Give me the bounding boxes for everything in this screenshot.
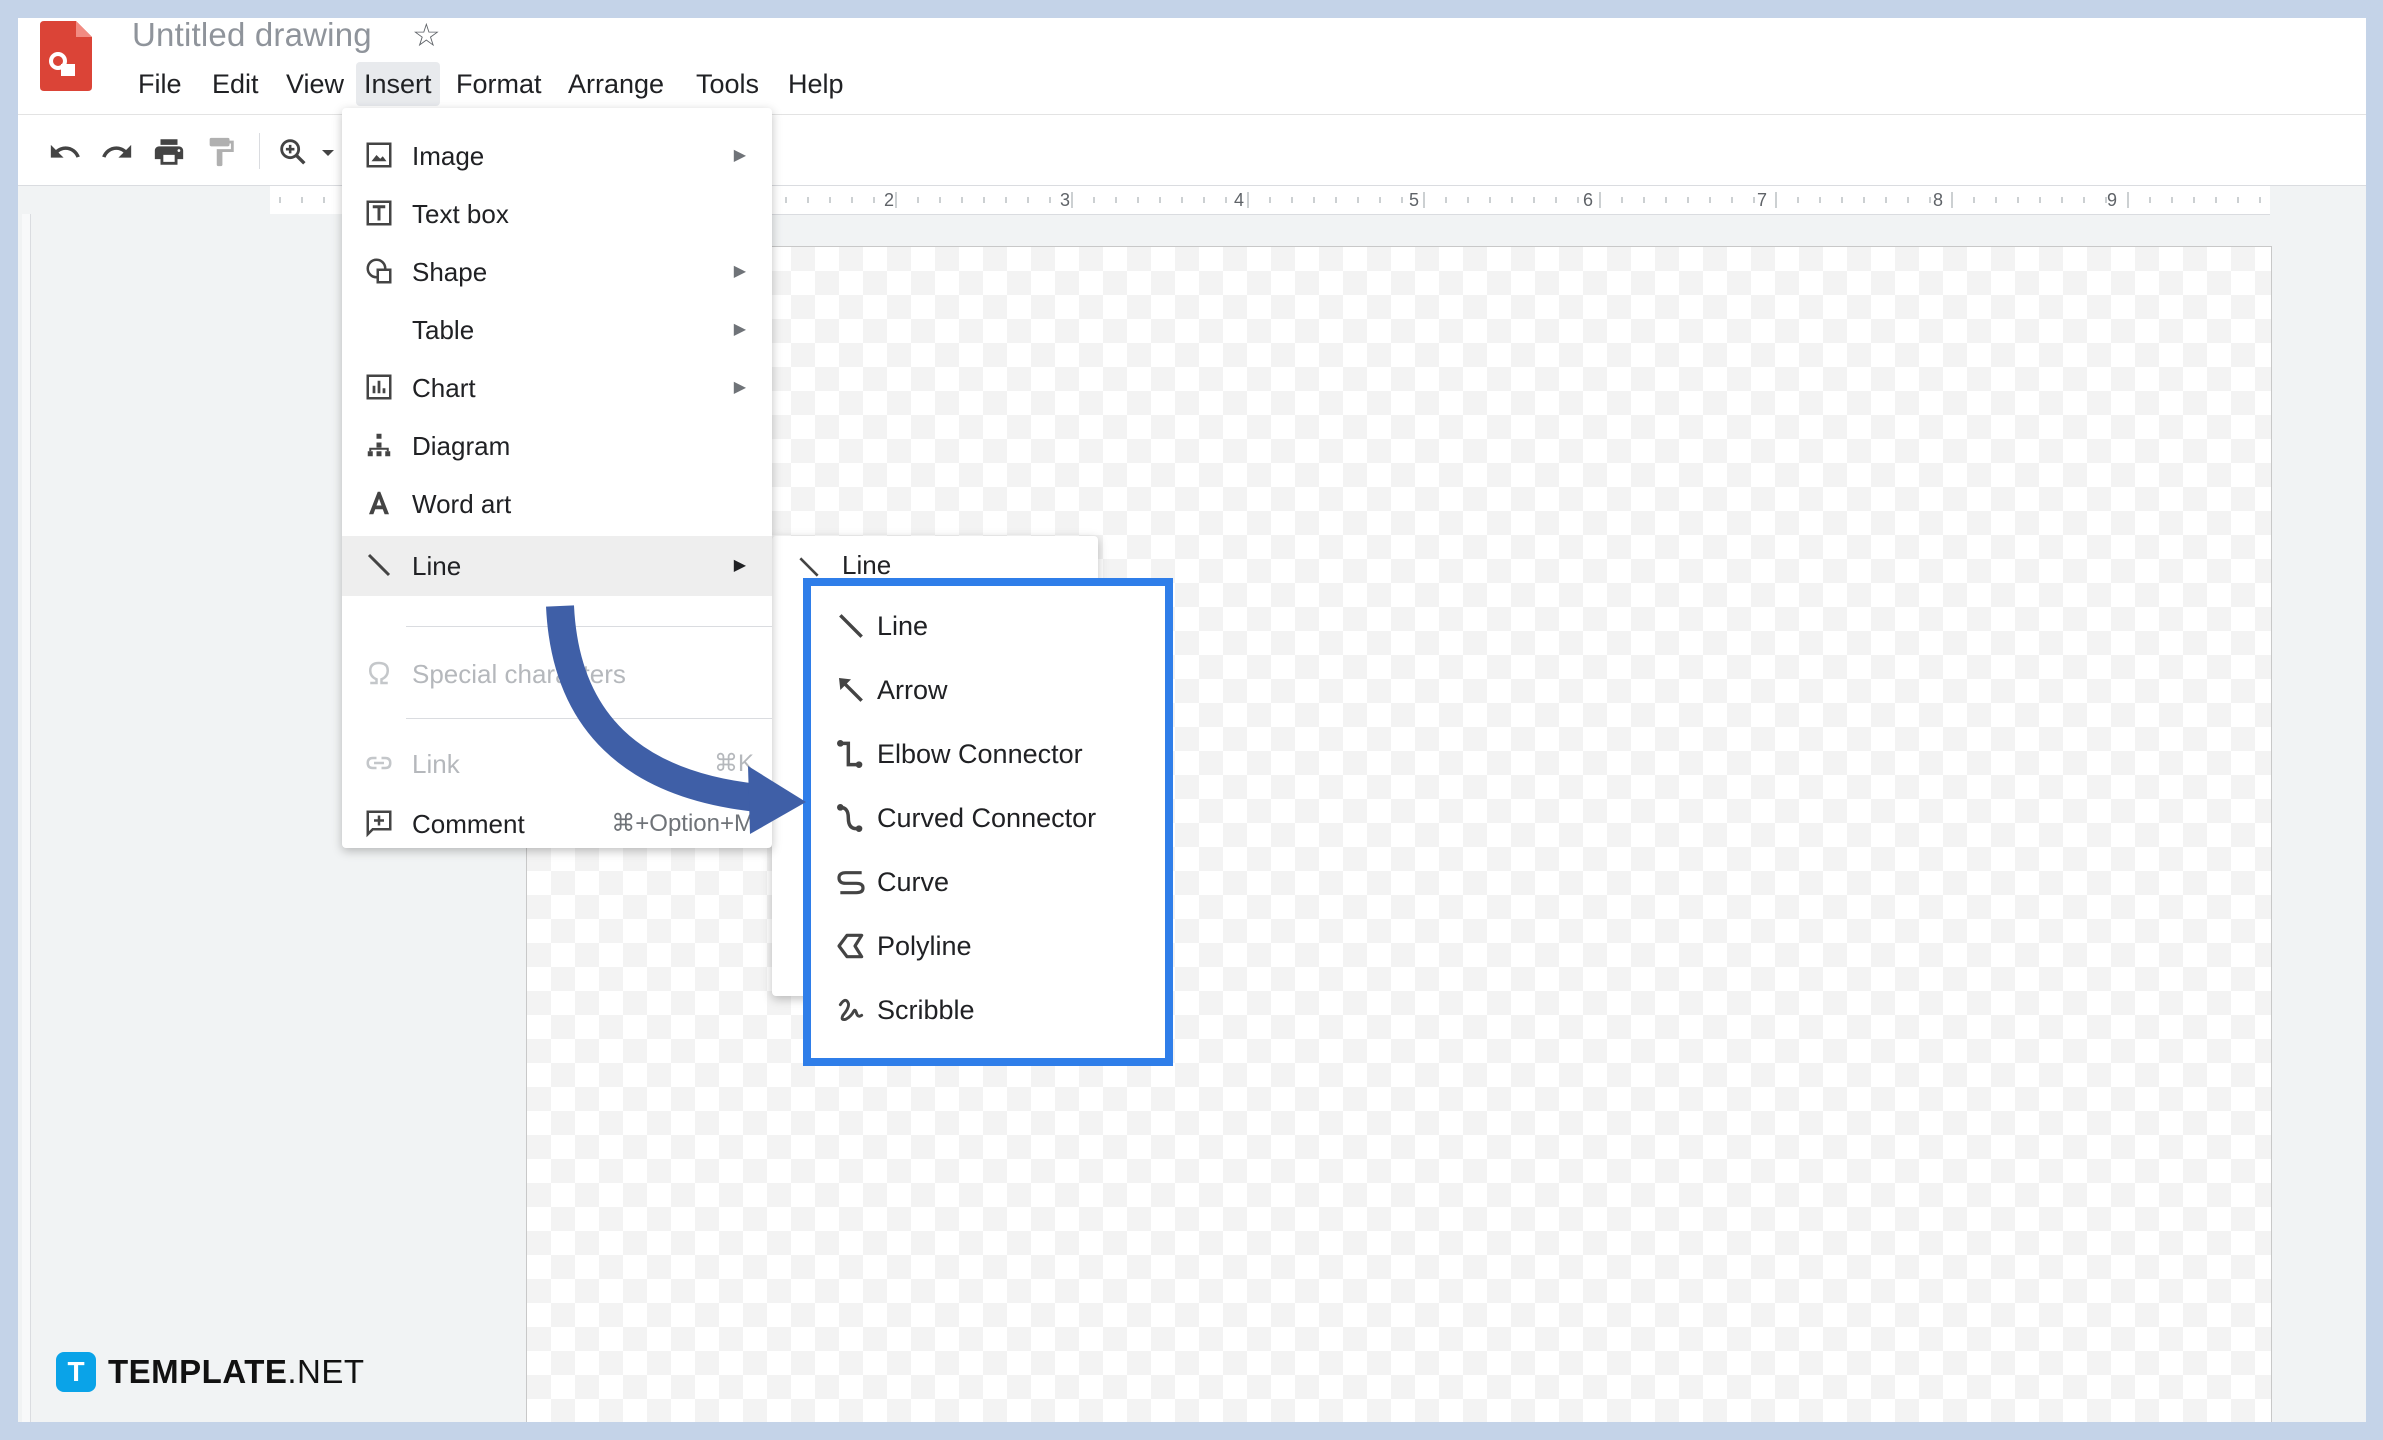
- menu-item-label: Image: [412, 141, 485, 171]
- insert-menu-line[interactable]: Line ▶: [342, 536, 772, 596]
- insert-menu-word-art[interactable]: Word art: [342, 476, 772, 532]
- undo-icon[interactable]: [48, 135, 82, 169]
- menu-insert[interactable]: Insert: [356, 62, 440, 106]
- submenu-arrow-icon: ▶: [733, 147, 746, 164]
- curved-connector-icon: [837, 804, 863, 832]
- menu-item-label: Table: [412, 315, 475, 345]
- line-option-label: Elbow Connector: [877, 739, 1083, 769]
- word-art-icon: [369, 491, 389, 515]
- arrow-icon: [839, 678, 863, 702]
- ruler-number: 7: [1757, 190, 1768, 210]
- print-icon[interactable]: [152, 135, 186, 169]
- line-option-label: Line: [877, 611, 929, 641]
- menu-item-label: Link: [412, 749, 460, 779]
- menu-item-label: Diagram: [412, 431, 511, 461]
- omega-icon: [368, 661, 390, 685]
- ruler-number: 4: [1234, 190, 1245, 210]
- submenu-arrow-icon: ▶: [733, 321, 746, 338]
- line-options-highlight-box: Line Arrow Elbow Connector Curved Connec…: [803, 578, 1173, 1066]
- line-option-curved-connector[interactable]: Curved Connector: [811, 786, 1165, 850]
- line-option-label: Curve: [877, 867, 950, 897]
- curve-icon: [837, 871, 865, 895]
- insert-menu-text-box[interactable]: Text box: [342, 186, 772, 242]
- line-option-line[interactable]: Line: [811, 594, 1165, 658]
- comment-icon: [366, 810, 392, 838]
- submenu-arrow-icon: ▶: [733, 263, 746, 280]
- zoom-icon[interactable]: [276, 135, 310, 169]
- document-title[interactable]: Untitled drawing: [132, 18, 372, 54]
- star-icon[interactable]: ☆: [412, 18, 441, 54]
- line-icon: [839, 614, 863, 638]
- insert-menu-table[interactable]: Table ▶: [342, 302, 772, 358]
- watermark-text: TEMPLATE.NET: [108, 1346, 365, 1398]
- line-option-label: Curved Connector: [877, 803, 1097, 833]
- line-option-label: Arrow: [877, 675, 948, 705]
- template-net-logo: T: [56, 1352, 96, 1392]
- submenu-arrow-icon: ▶: [733, 557, 746, 574]
- text-box-icon: [366, 200, 392, 226]
- submenu-arrow-icon: ▶: [733, 379, 746, 396]
- app-window: Untitled drawing ☆ File Edit View Insert…: [18, 18, 2366, 1422]
- menu-format[interactable]: Format: [448, 62, 550, 106]
- line-icon: [799, 557, 819, 577]
- line-icon: [367, 553, 391, 577]
- shape-icon: [366, 258, 392, 284]
- ruler-number: 9: [2107, 190, 2118, 210]
- insert-menu-diagram[interactable]: Diagram: [342, 418, 772, 474]
- menu-item-label: Text box: [412, 199, 509, 229]
- line-option-label: Polyline: [877, 931, 972, 961]
- drawings-app-icon[interactable]: [40, 21, 92, 91]
- watermark-suffix: .NET: [287, 1353, 365, 1390]
- toolbar-separator: [259, 133, 260, 169]
- ruler-number: 8: [1933, 190, 1944, 210]
- link-icon: [366, 756, 392, 770]
- line-option-curve[interactable]: Curve: [811, 850, 1165, 914]
- line-option-arrow[interactable]: Arrow: [811, 658, 1165, 722]
- paint-format-icon[interactable]: [204, 135, 238, 169]
- redo-icon[interactable]: [100, 135, 134, 169]
- chart-icon: [366, 374, 392, 400]
- line-option-scribble[interactable]: Scribble: [811, 978, 1165, 1042]
- scribble-icon: [838, 998, 864, 1022]
- menu-tools[interactable]: Tools: [688, 62, 767, 106]
- insert-menu-shape[interactable]: Shape ▶: [342, 244, 772, 300]
- menu-item-label: Shape: [412, 257, 488, 287]
- insert-menu-image[interactable]: Image ▶: [342, 128, 772, 184]
- insert-menu-chart[interactable]: Chart ▶: [342, 360, 772, 416]
- ruler-number: 5: [1409, 190, 1420, 210]
- line-option-label: Scribble: [877, 995, 975, 1025]
- title-bar: Untitled drawing ☆ File Edit View Insert…: [18, 18, 2366, 114]
- elbow-connector-icon: [837, 740, 863, 768]
- line-option-polyline[interactable]: Polyline: [811, 914, 1165, 978]
- line-option-elbow-connector[interactable]: Elbow Connector: [811, 722, 1165, 786]
- menu-file[interactable]: File: [130, 62, 190, 106]
- watermark-brand: TEMPLATE: [108, 1353, 288, 1390]
- chevron-down-icon[interactable]: [318, 135, 338, 169]
- submenu-item-line[interactable]: Line: [842, 550, 891, 581]
- menu-edit[interactable]: Edit: [204, 62, 267, 106]
- ruler-number: 6: [1583, 190, 1594, 210]
- menu-arrange[interactable]: Arrange: [560, 62, 672, 106]
- annotation-arrow: [546, 605, 806, 834]
- polyline-icon: [837, 933, 864, 959]
- ruler-number: 3: [1060, 190, 1071, 210]
- menu-item-label: Comment: [412, 809, 525, 839]
- image-icon: [366, 142, 392, 168]
- ruler-number: 2: [884, 190, 895, 210]
- logo-letter: T: [67, 1356, 85, 1387]
- menu-view[interactable]: View: [278, 62, 352, 106]
- menu-item-label: Chart: [412, 373, 476, 403]
- vertical-ruler: [22, 214, 31, 1422]
- menu-item-label: Line: [412, 551, 462, 581]
- menu-help[interactable]: Help: [780, 62, 852, 106]
- menu-item-label: Word art: [412, 489, 512, 519]
- diagram-icon: [367, 433, 391, 457]
